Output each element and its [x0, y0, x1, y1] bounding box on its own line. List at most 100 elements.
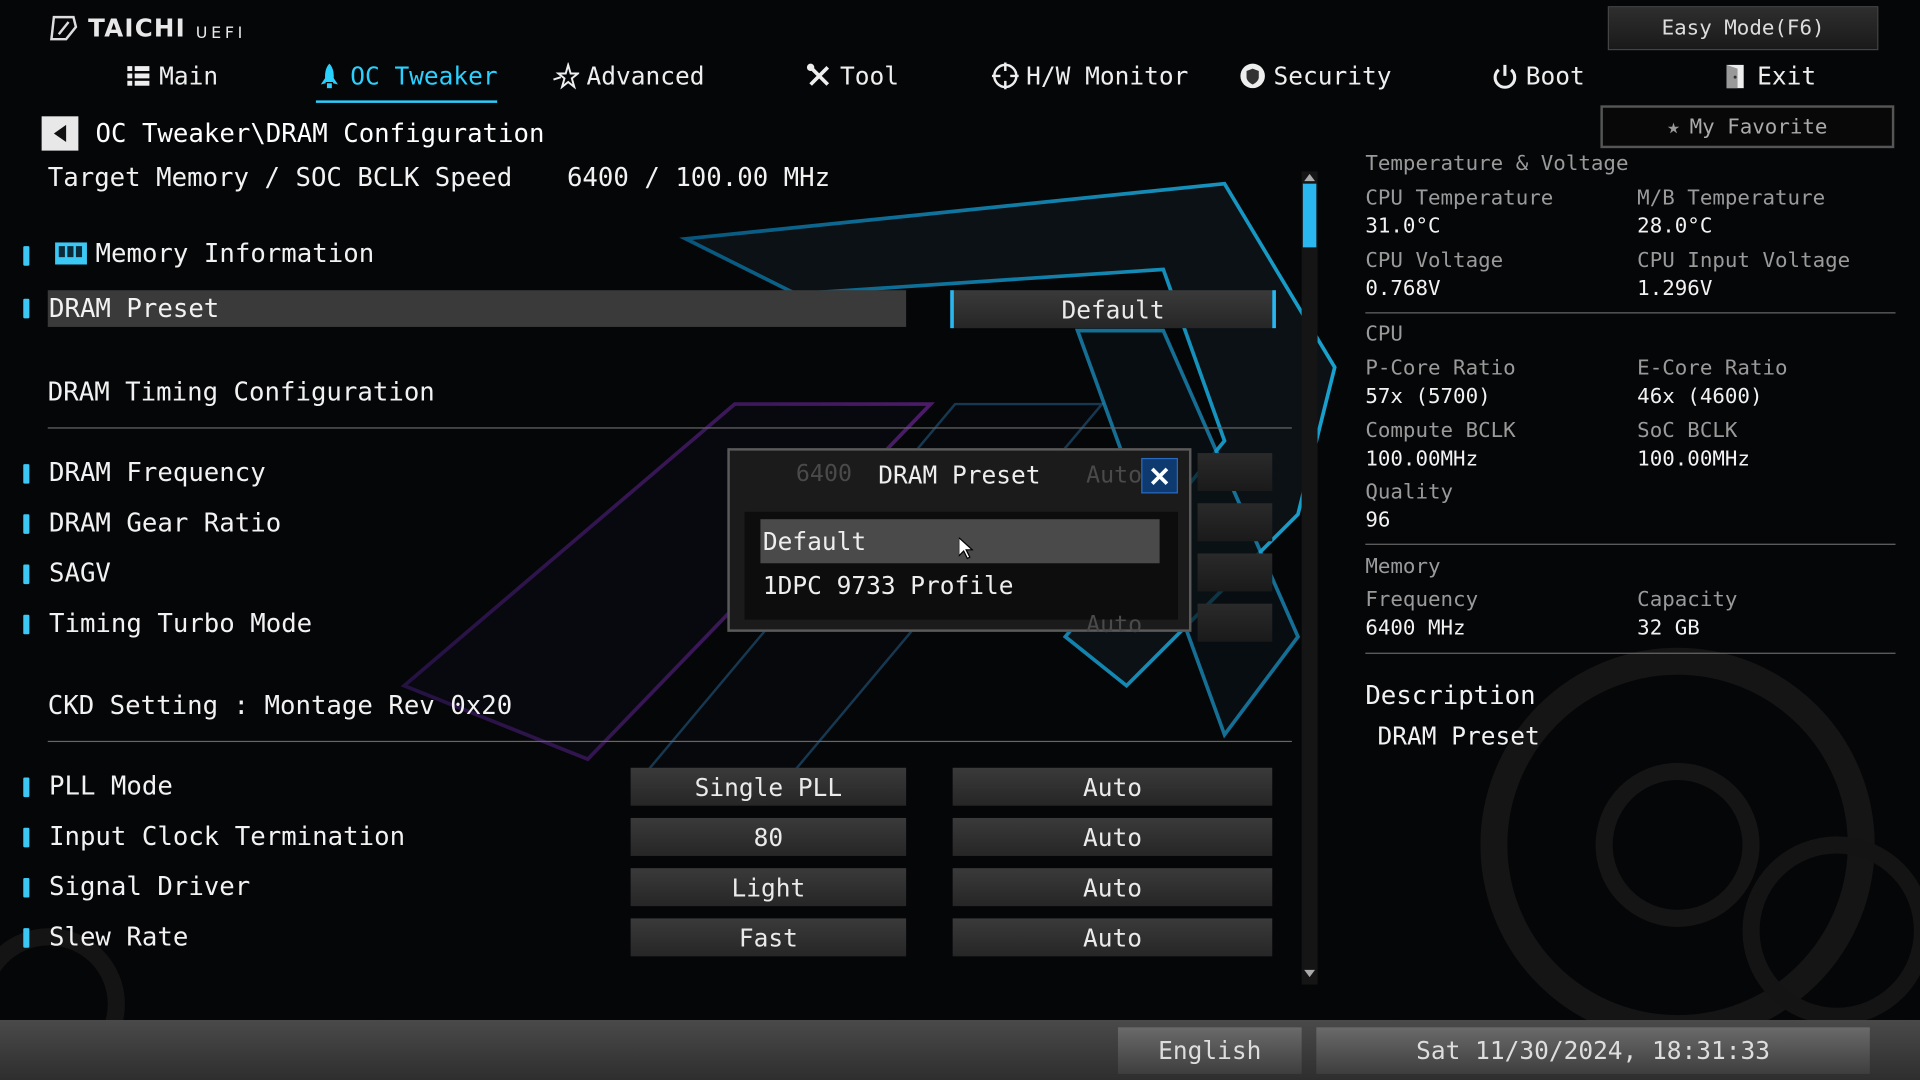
star-icon [553, 62, 580, 90]
item-marker [23, 298, 30, 319]
dram-frequency-label[interactable]: DRAM Frequency [49, 458, 266, 487]
mb-temp-label: M/B Temperature [1637, 186, 1826, 211]
signal-driver-value[interactable]: Auto [952, 868, 1273, 907]
item-marker [23, 464, 30, 484]
close-icon [1150, 467, 1169, 485]
ghost-auto-value: Auto [1086, 611, 1143, 638]
list-icon [127, 66, 150, 86]
cpu-voltage-label: CPU Voltage [1365, 248, 1504, 274]
popup-close-button[interactable] [1141, 457, 1178, 494]
tab-hw-monitor[interactable]: H/W Monitor [991, 56, 1189, 95]
slew-rate-value[interactable]: Auto [952, 918, 1273, 957]
tab-label: Security [1273, 61, 1392, 91]
memory-heading: Memory [1365, 554, 1441, 580]
target-speed-label: Target Memory / SOC BCLK Speed [47, 162, 513, 193]
dram-gear-ratio-value[interactable] [1197, 503, 1273, 542]
shield-icon [1240, 63, 1265, 89]
popup-option-list: Default 1DPC 9733 Profile [744, 511, 1178, 620]
tab-tool[interactable]: Tool [806, 56, 899, 95]
ecore-ratio-value: 46x (4600) [1637, 384, 1763, 409]
memory-capacity-value: 32 GB [1637, 615, 1700, 641]
compute-bclk-label: Compute BCLK [1365, 418, 1516, 444]
tab-label: Advanced [586, 61, 705, 91]
cpu-input-voltage-value: 1.296V [1637, 276, 1713, 302]
item-marker [23, 246, 30, 266]
timing-turbo-mode-label[interactable]: Timing Turbo Mode [49, 609, 312, 638]
soc-bclk-value: 100.00MHz [1637, 446, 1750, 472]
signal-driver-label[interactable]: Signal Driver [49, 872, 250, 901]
taichi-gear-icon [50, 15, 78, 40]
easy-mode-button[interactable]: Easy Mode(F6) [1607, 6, 1879, 51]
soc-bclk-label: SoC BCLK [1637, 418, 1738, 444]
power-icon [1493, 64, 1517, 89]
divider [47, 740, 1292, 743]
tab-exit[interactable]: Exit [1723, 56, 1816, 95]
slew-rate-label[interactable]: Slew Rate [49, 922, 188, 951]
divider [1365, 312, 1896, 314]
breadcrumb: OC Tweaker\DRAM Configuration [41, 116, 545, 151]
input-clock-termination-label[interactable]: Input Clock Termination [49, 822, 405, 851]
tab-label: Boot [1525, 61, 1585, 91]
item-marker [23, 877, 30, 898]
tab-label: Exit [1757, 61, 1817, 91]
memory-capacity-label: Capacity [1637, 587, 1738, 613]
item-marker [23, 777, 30, 798]
cpu-temp-label: CPU Temperature [1365, 186, 1554, 211]
scroll-up-icon[interactable] [1304, 173, 1316, 182]
item-marker [23, 564, 30, 585]
my-favorite-label: My Favorite [1689, 114, 1828, 139]
item-marker [23, 614, 30, 635]
tab-advanced[interactable]: Advanced [552, 56, 704, 95]
dram-preset-label[interactable]: DRAM Preset [49, 294, 219, 323]
tab-boot[interactable]: Boot [1491, 56, 1585, 95]
scrollbar-thumb[interactable] [1302, 183, 1317, 248]
memory-information-label: Memory Information [95, 238, 375, 269]
pll-mode-value[interactable]: Auto [952, 767, 1273, 806]
cpu-temp-value: 31.0°C [1365, 214, 1441, 239]
mouse-cursor-icon [958, 537, 974, 560]
divider [1365, 543, 1896, 545]
cpu-input-voltage-label: CPU Input Voltage [1637, 248, 1851, 274]
dram-preset-value[interactable]: Default [950, 290, 1276, 329]
brand-logo: TAICHI UEFI [49, 12, 246, 43]
pll-mode-label[interactable]: PLL Mode [49, 771, 173, 800]
scroll-down-icon[interactable] [1304, 969, 1316, 978]
sagv-label[interactable]: SAGV [49, 558, 111, 587]
tab-main[interactable]: Main [125, 56, 218, 95]
brand-sub: UEFI [195, 24, 247, 43]
memory-information-item[interactable]: Memory Information [54, 239, 374, 268]
ecore-ratio-label: E-Core Ratio [1637, 356, 1788, 381]
timing-turbo-mode-value[interactable] [1197, 603, 1273, 642]
dram-gear-ratio-label[interactable]: DRAM Gear Ratio [49, 508, 281, 537]
breadcrumb-path: OC Tweaker\DRAM Configuration [95, 118, 545, 149]
my-favorite-button[interactable]: ★ My Favorite [1600, 105, 1895, 149]
cpu-voltage-value: 0.768V [1365, 276, 1441, 302]
popup-option-1dpc-9733[interactable]: 1DPC 9733 Profile [760, 563, 1159, 607]
slew-rate-current: Fast [630, 918, 907, 957]
tab-oc-tweaker[interactable]: OC Tweaker [315, 56, 499, 103]
dram-frequency-value[interactable] [1197, 453, 1273, 492]
item-marker [23, 928, 30, 948]
input-clock-termination-value[interactable]: Auto [952, 817, 1273, 856]
cpu-heading: CPU [1365, 322, 1403, 347]
quality-value: 96 [1365, 508, 1391, 533]
back-arrow-icon [53, 124, 67, 143]
memory-module-icon [55, 242, 87, 265]
tools-icon [806, 63, 830, 86]
crosshair-icon [991, 62, 1019, 90]
divider [47, 427, 1292, 429]
back-button[interactable] [41, 116, 79, 151]
pll-mode-current: Single PLL [630, 767, 907, 806]
language-button[interactable]: English [1117, 1027, 1302, 1074]
scrollbar[interactable] [1301, 171, 1318, 985]
tab-label: H/W Monitor [1026, 61, 1189, 91]
tab-label: Tool [840, 61, 899, 91]
divider [1365, 652, 1896, 654]
compute-bclk-value: 100.00MHz [1365, 446, 1479, 472]
sagv-value[interactable] [1197, 553, 1273, 592]
item-marker [23, 827, 30, 848]
tab-security[interactable]: Security [1239, 56, 1391, 95]
pcore-ratio-value: 57x (5700) [1365, 384, 1491, 409]
date-time-display[interactable]: Sat 11/30/2024, 18:31:33 [1316, 1027, 1870, 1074]
dram-timing-config-heading: DRAM Timing Configuration [47, 377, 435, 407]
